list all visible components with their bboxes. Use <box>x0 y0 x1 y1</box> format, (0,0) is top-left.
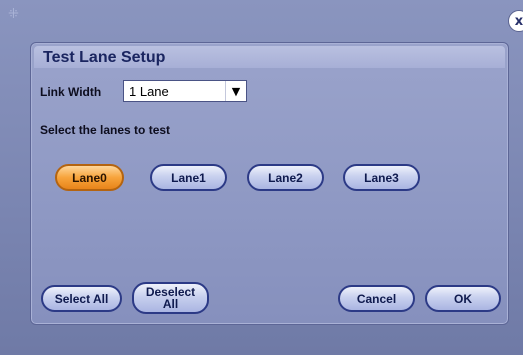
lane-3-button[interactable]: Lane3 <box>343 164 420 191</box>
close-button[interactable]: x <box>508 10 523 32</box>
lane-instruction: Select the lanes to test <box>40 123 171 137</box>
chevron-down-icon[interactable]: ▼ <box>225 81 246 101</box>
lane-2-button[interactable]: Lane2 <box>247 164 324 191</box>
dialog-title-bar: Test Lane Setup <box>34 46 505 68</box>
link-width-value: 1 Lane <box>129 84 169 99</box>
lane-0-button[interactable]: Lane0 <box>55 164 124 191</box>
test-lane-setup-dialog: Test Lane Setup Link Width 1 Lane ▼ Sele… <box>30 42 509 325</box>
cancel-button[interactable]: Cancel <box>338 285 415 312</box>
link-width-select[interactable]: 1 Lane ▼ <box>123 80 247 102</box>
lane-1-button[interactable]: Lane1 <box>150 164 227 191</box>
select-all-button[interactable]: Select All <box>41 285 122 312</box>
deselect-all-label: Deselect All <box>145 285 196 311</box>
ok-button[interactable]: OK <box>425 285 501 312</box>
dialog-title: Test Lane Setup <box>43 49 166 66</box>
deselect-all-button[interactable]: Deselect All <box>132 282 209 314</box>
drag-corner-icon: ⁜ <box>8 7 19 22</box>
close-icon: x <box>514 13 523 29</box>
link-width-label: Link Width <box>40 85 102 99</box>
